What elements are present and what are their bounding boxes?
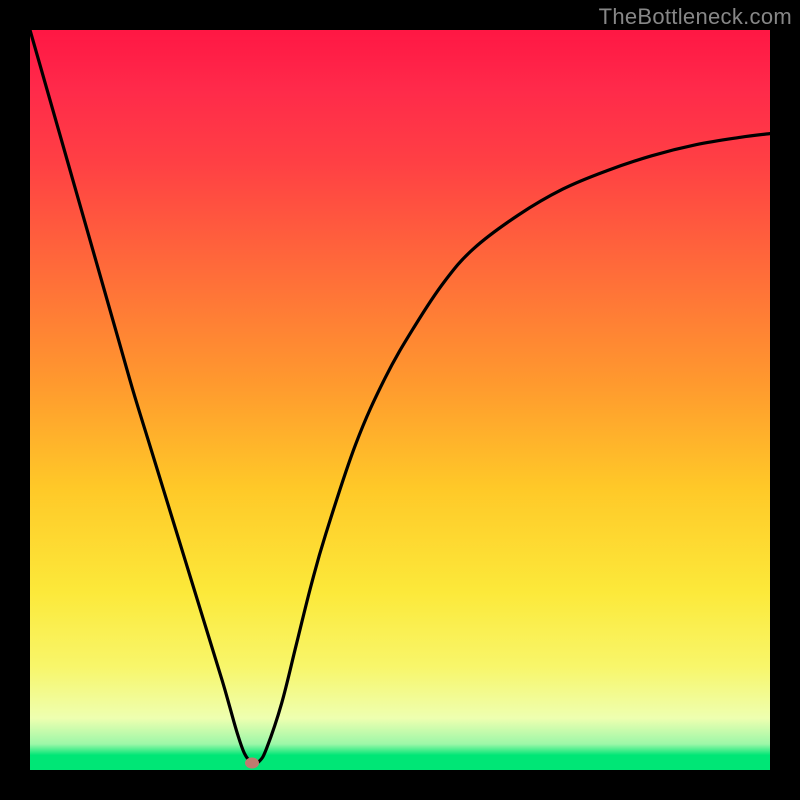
minimum-marker-icon (245, 757, 259, 768)
plot-area (30, 30, 770, 770)
curve-path (30, 30, 770, 763)
watermark-text: TheBottleneck.com (599, 4, 792, 30)
chart-stage: TheBottleneck.com (0, 0, 800, 800)
bottleneck-curve (30, 30, 770, 770)
